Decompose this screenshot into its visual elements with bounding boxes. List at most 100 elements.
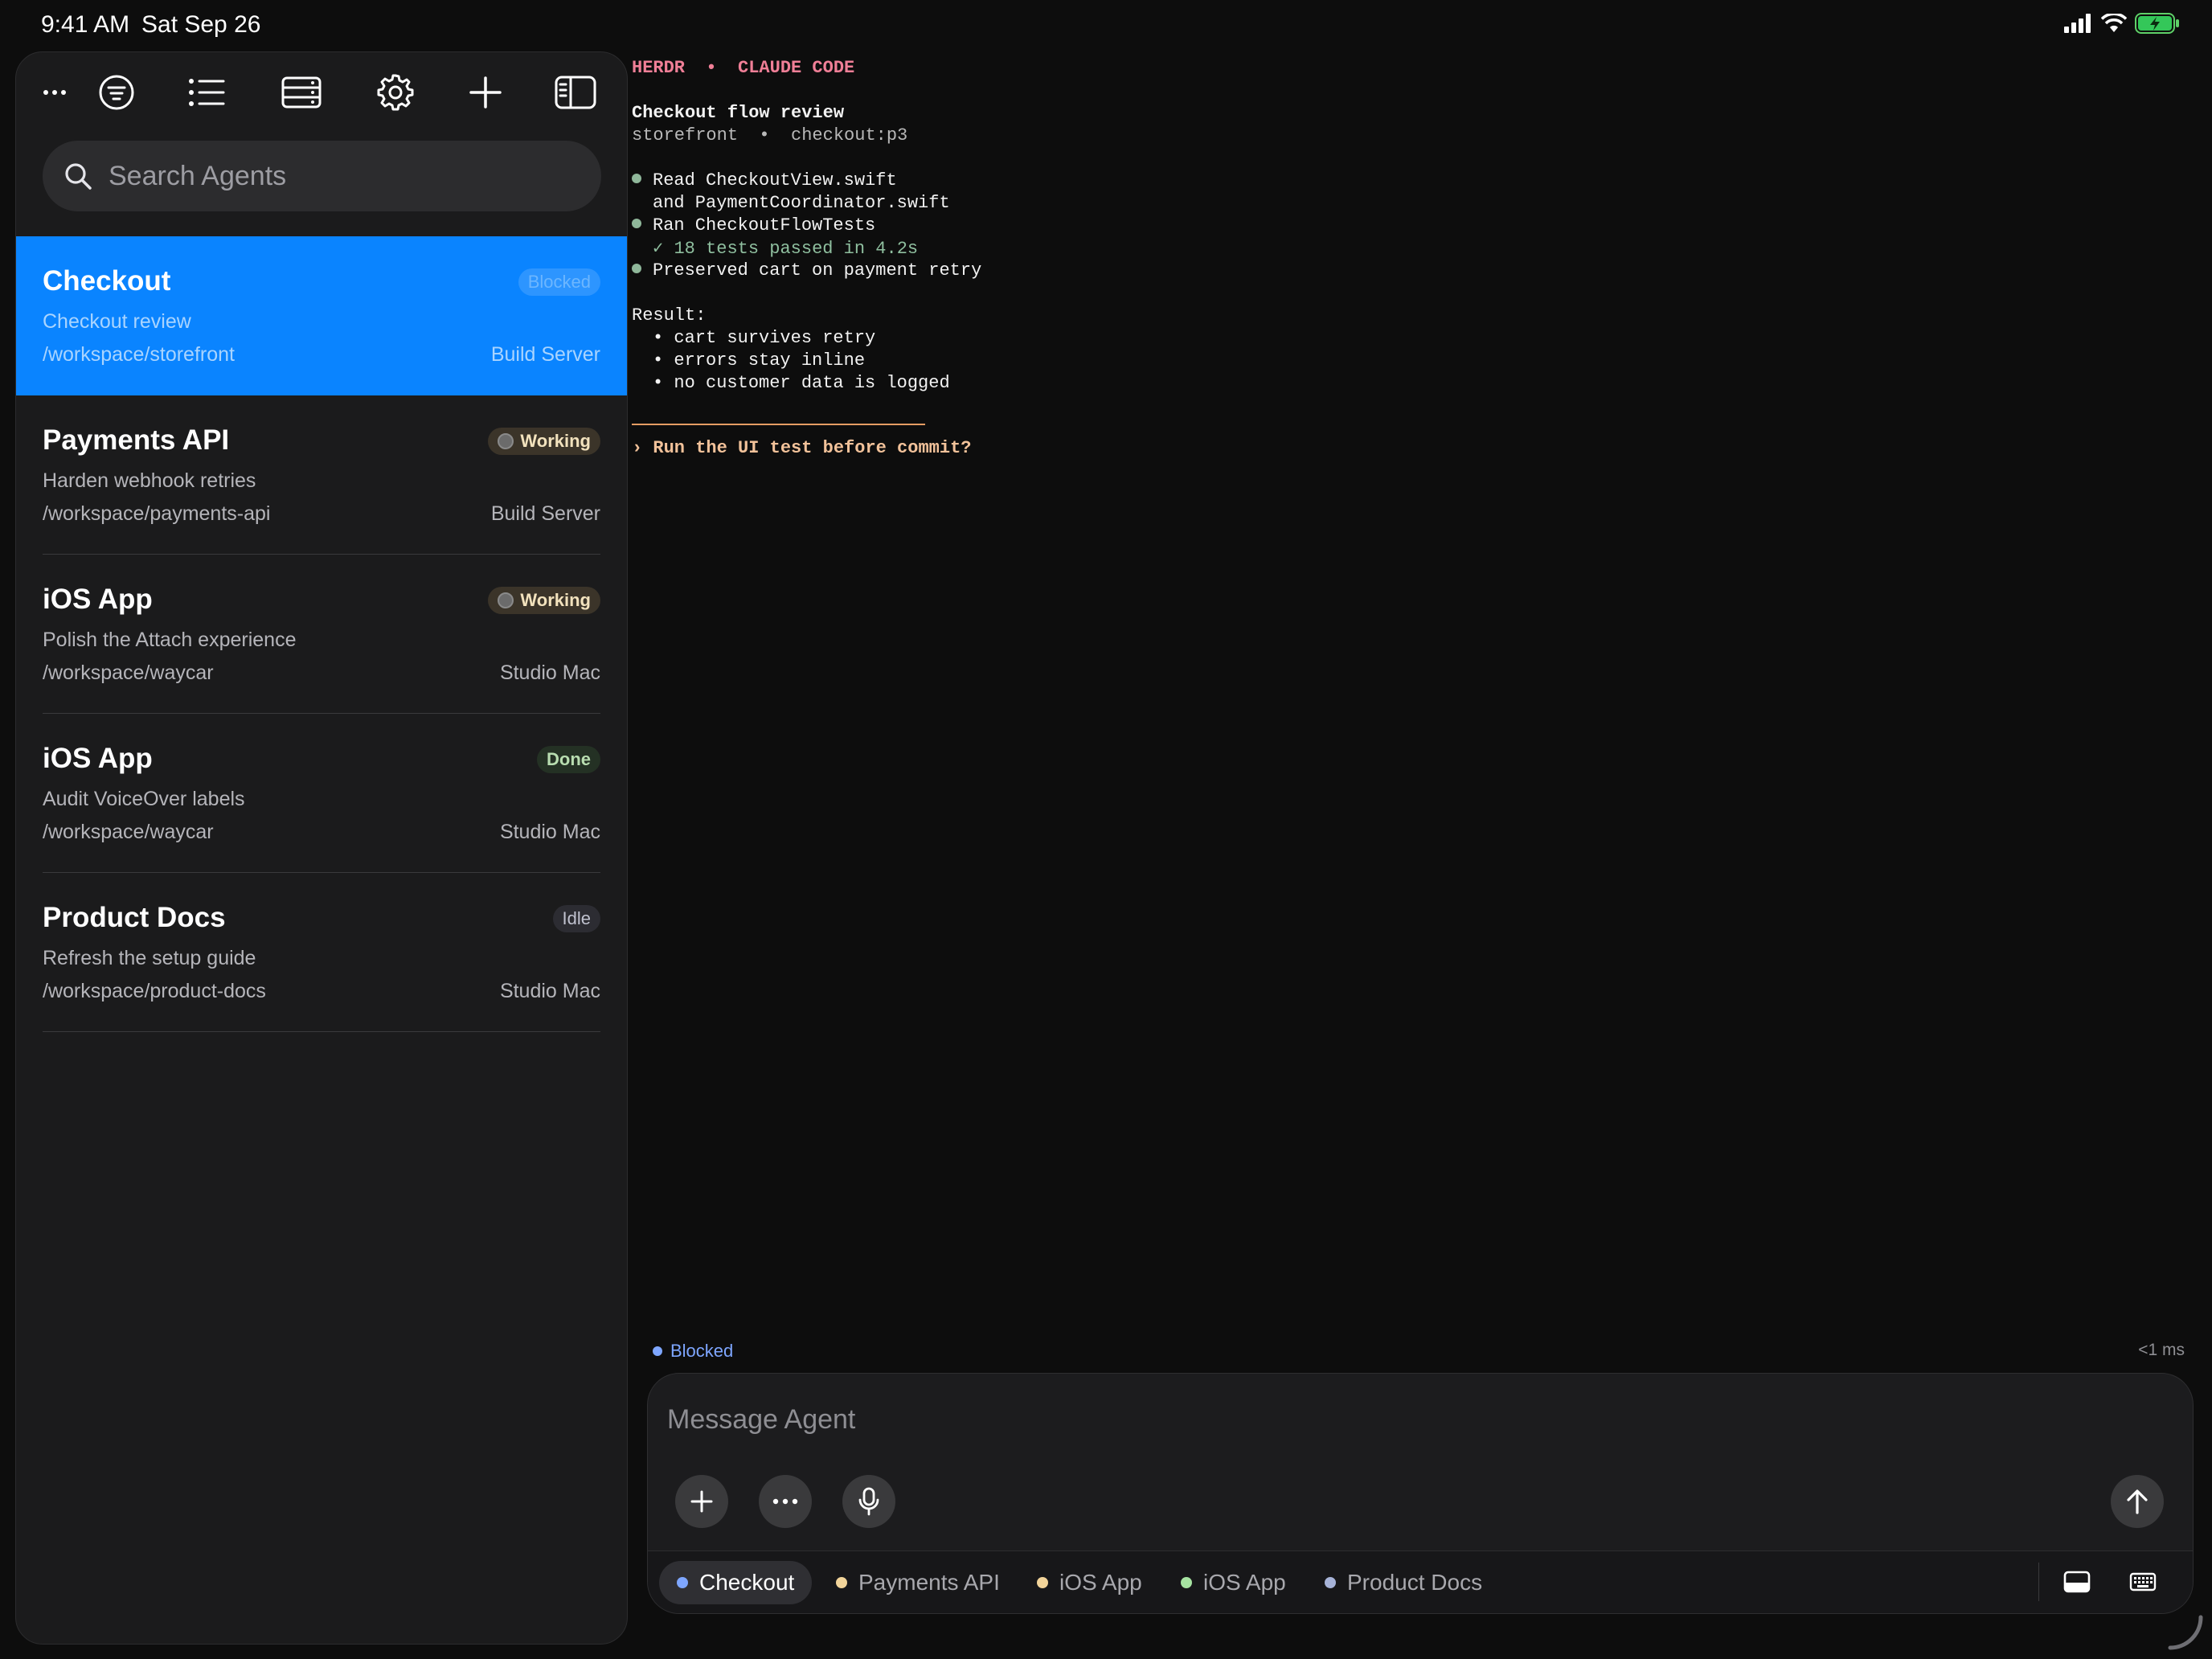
terminal-header: HERDR • CLAUDE CODE bbox=[632, 58, 855, 78]
status-dot-icon bbox=[653, 1346, 662, 1356]
tab-product-docs[interactable]: Product Docs bbox=[1307, 1561, 1500, 1604]
terminal-divider bbox=[632, 424, 925, 425]
bottom-panel-icon bbox=[2063, 1571, 2091, 1593]
tab-dot-icon bbox=[836, 1577, 847, 1588]
wifi-icon bbox=[2101, 14, 2127, 33]
agent-item-checkout[interactable]: Checkout Blocked Checkout review /worksp… bbox=[16, 236, 627, 395]
list-icon bbox=[188, 78, 225, 107]
terminal-test-result: ✓ 18 tests passed in 4.2s bbox=[653, 239, 919, 259]
status-badge-label: Working bbox=[520, 590, 591, 610]
tab-label: Product Docs bbox=[1347, 1570, 1483, 1595]
terminal-title: Checkout flow review bbox=[632, 103, 845, 123]
agent-item-ios-app-voiceover[interactable]: iOS App Done Audit VoiceOver labels /wor… bbox=[16, 714, 627, 873]
agent-path: /workspace/product-docs bbox=[43, 980, 266, 1002]
plus-icon bbox=[690, 1490, 713, 1513]
server-icon bbox=[281, 76, 322, 109]
tab-dot-icon bbox=[677, 1577, 688, 1588]
agent-subtitle: Refresh the setup guide bbox=[43, 947, 256, 969]
cellular-signal-icon bbox=[2064, 14, 2093, 33]
terminal-output: HERDR • CLAUDE CODE Checkout flow review… bbox=[632, 55, 1757, 537]
search-bar[interactable] bbox=[43, 141, 601, 211]
gear-icon bbox=[376, 73, 415, 112]
sidebar-icon bbox=[555, 76, 596, 109]
agent-title: Checkout bbox=[43, 265, 171, 297]
agent-host: Studio Mac bbox=[499, 980, 600, 1002]
agent-host: Build Server bbox=[490, 502, 600, 525]
agent-item-payments-api[interactable]: Payments API Working Harden webhook retr… bbox=[16, 395, 627, 555]
keyboard-button[interactable] bbox=[2125, 1566, 2161, 1598]
agent-item-product-docs[interactable]: Product Docs Idle Refresh the setup guid… bbox=[16, 873, 627, 1032]
status-badge-label: Idle bbox=[562, 908, 591, 928]
toggle-sidebar-button[interactable] bbox=[553, 70, 598, 115]
terminal-context: storefront • checkout:p3 bbox=[632, 125, 908, 145]
servers-button[interactable] bbox=[279, 70, 324, 115]
tab-dot-icon bbox=[1037, 1577, 1048, 1588]
tab-label: Checkout bbox=[699, 1570, 795, 1595]
status-date: Sat Sep 26 bbox=[141, 11, 261, 38]
agent-subtitle: Polish the Attach experience bbox=[43, 629, 297, 651]
status-bar: 9:41 AM Sat Sep 26 bbox=[0, 0, 2212, 51]
agent-subtitle: Checkout review bbox=[43, 310, 191, 333]
status-badge: Working bbox=[488, 587, 600, 614]
agent-subtitle: Audit VoiceOver labels bbox=[43, 788, 245, 810]
agent-path: /workspace/waycar bbox=[43, 662, 214, 684]
ellipsis-icon bbox=[772, 1498, 798, 1505]
divider bbox=[43, 1031, 600, 1032]
agent-title: Product Docs bbox=[43, 902, 226, 933]
step-dot-icon bbox=[632, 219, 641, 229]
agent-status-label: Blocked bbox=[670, 1341, 734, 1361]
agent-subtitle: Harden webhook retries bbox=[43, 469, 256, 492]
message-composer: Checkout Payments API iOS App iOS App Pr… bbox=[647, 1373, 2194, 1614]
tab-label: iOS App bbox=[1059, 1570, 1142, 1595]
tab-ios-app-2[interactable]: iOS App bbox=[1163, 1561, 1304, 1604]
agent-item-ios-app-attach[interactable]: iOS App Working Polish the Attach experi… bbox=[16, 555, 627, 714]
window-resize-handle[interactable] bbox=[2165, 1612, 2204, 1651]
terminal-result-item: • cart survives retry bbox=[653, 328, 876, 348]
status-icons bbox=[2064, 13, 2180, 34]
terminal-step-continued: and PaymentCoordinator.swift bbox=[653, 193, 950, 213]
dictation-button[interactable] bbox=[842, 1475, 895, 1528]
send-button[interactable] bbox=[2111, 1475, 2164, 1528]
bottom-panel-button[interactable] bbox=[2059, 1566, 2095, 1598]
working-spinner-icon bbox=[498, 592, 514, 608]
tab-dot-icon bbox=[1325, 1577, 1336, 1588]
add-agent-button[interactable] bbox=[463, 70, 508, 115]
agent-title: Payments API bbox=[43, 424, 230, 456]
filter-icon bbox=[98, 74, 135, 111]
latency-readout: <1 ms bbox=[2138, 1341, 2185, 1359]
terminal-step: Ran CheckoutFlowTests bbox=[632, 215, 875, 236]
agent-path: /workspace/waycar bbox=[43, 821, 214, 843]
status-badge: Working bbox=[488, 428, 600, 455]
list-button[interactable] bbox=[184, 70, 229, 115]
arrow-up-icon bbox=[2126, 1489, 2149, 1514]
search-input[interactable] bbox=[107, 159, 560, 193]
tab-ios-app-1[interactable]: iOS App bbox=[1019, 1561, 1160, 1604]
filter-button[interactable] bbox=[94, 70, 139, 115]
tab-checkout[interactable]: Checkout bbox=[659, 1561, 813, 1604]
status-badge: Idle bbox=[552, 905, 600, 932]
status-badge-label: Done bbox=[547, 749, 591, 769]
working-spinner-icon bbox=[498, 433, 514, 449]
step-dot-icon bbox=[632, 264, 641, 274]
agent-title: iOS App bbox=[43, 584, 153, 615]
search-icon bbox=[63, 162, 92, 190]
agents-sidebar: Checkout Blocked Checkout review /worksp… bbox=[15, 51, 628, 1645]
plus-icon bbox=[469, 76, 502, 109]
settings-button[interactable] bbox=[373, 70, 418, 115]
more-options-button[interactable] bbox=[759, 1475, 812, 1528]
status-badge: Done bbox=[537, 746, 600, 773]
message-input[interactable] bbox=[666, 1403, 2035, 1446]
terminal-result-item: • no customer data is logged bbox=[653, 373, 950, 393]
attach-button[interactable] bbox=[675, 1475, 728, 1528]
more-button[interactable] bbox=[32, 70, 77, 115]
more-icon bbox=[43, 89, 67, 96]
keyboard-icon bbox=[2129, 1572, 2157, 1591]
agent-path: /workspace/storefront bbox=[43, 343, 235, 366]
terminal-result-label: Result: bbox=[632, 305, 707, 326]
tab-payments-api[interactable]: Payments API bbox=[818, 1561, 1018, 1604]
microphone-icon bbox=[858, 1487, 880, 1516]
terminal-prompt: › Run the UI test before commit? bbox=[632, 438, 972, 458]
tab-dot-icon bbox=[1181, 1577, 1192, 1588]
agent-host: Build Server bbox=[490, 343, 600, 366]
tab-label: Payments API bbox=[858, 1570, 1000, 1595]
